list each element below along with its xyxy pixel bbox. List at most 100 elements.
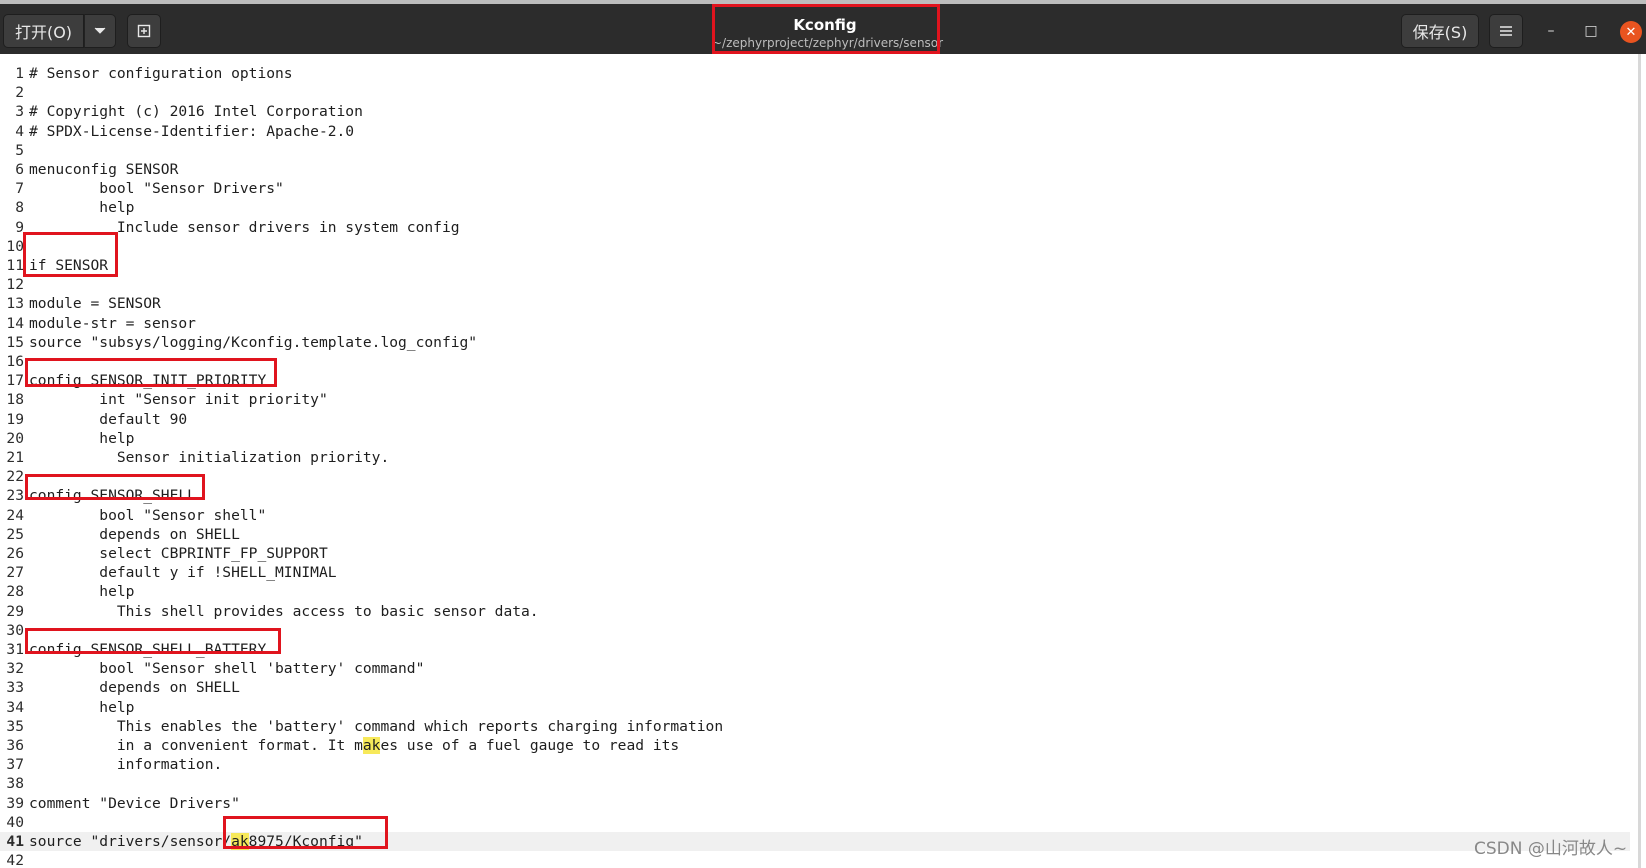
minimize-button[interactable]: – (1538, 18, 1564, 44)
code-line[interactable]: 20 help (0, 429, 1630, 448)
line-text: select CBPRINTF_FP_SUPPORT (29, 545, 328, 562)
line-number: 41 (6, 833, 24, 850)
line-text: bool "Sensor Drivers" (29, 180, 284, 198)
code-line[interactable]: 26 select CBPRINTF_FP_SUPPORT (0, 544, 1630, 563)
code-line[interactable]: 42 (0, 851, 1630, 868)
annotation-box-ak8975 (223, 816, 388, 849)
line-text: # Sensor configuration options (29, 65, 293, 82)
annotation-box-shell-battery (25, 628, 281, 654)
line-text: depends on SHELL (29, 679, 240, 697)
code-line[interactable]: 4 # SPDX-License-Identifier: Apache-2.0 (0, 122, 1630, 141)
new-document-icon (137, 24, 151, 38)
code-line[interactable]: 39 comment "Device Drivers" (0, 794, 1630, 813)
new-document-button[interactable] (127, 14, 161, 48)
line-number: 8 (15, 199, 24, 217)
line-number: 19 (6, 410, 24, 428)
main-menu-button[interactable] (1489, 14, 1523, 48)
search-match: ak (362, 737, 381, 754)
line-text: in a convenient format. It makes use of … (29, 737, 680, 754)
line-number: 21 (6, 449, 24, 466)
line-text: module-str = sensor (29, 314, 196, 332)
code-line[interactable]: 14 module-str = sensor (0, 314, 1630, 333)
code-line[interactable]: 37 information. (0, 755, 1630, 774)
vertical-scrollbar[interactable] (1638, 54, 1641, 868)
code-line[interactable]: 38 (0, 774, 1630, 793)
text-editor[interactable]: 1 # Sensor configuration options 2 3 # Copyr… (0, 54, 1646, 868)
line-number: 17 (6, 372, 24, 390)
maximize-button[interactable]: □ (1578, 18, 1604, 44)
line-number: 9 (15, 218, 24, 236)
code-line[interactable]: 6 menuconfig SENSOR (0, 160, 1630, 179)
line-number: 5 (15, 141, 24, 159)
code-line[interactable]: 10 (0, 237, 1630, 256)
line-number: 36 (6, 737, 24, 754)
code-line[interactable]: 9 Include sensor drivers in system confi… (0, 218, 1630, 237)
annotation-box-if-sensor (23, 232, 118, 277)
annotation-box-init-priority (25, 358, 277, 387)
line-number: 14 (6, 314, 24, 332)
line-text: menuconfig SENSOR (29, 161, 179, 178)
line-number: 23 (6, 487, 24, 505)
code-line[interactable]: 21 Sensor initialization priority. (0, 448, 1630, 467)
code-line[interactable]: 22 (0, 467, 1630, 486)
code-line[interactable]: 8 help (0, 198, 1630, 217)
code-line[interactable]: 15 source "subsys/logging/Kconfig.templat… (0, 333, 1630, 352)
line-text: bool "Sensor shell 'battery' command" (29, 660, 425, 678)
line-text: depends on SHELL (29, 525, 240, 543)
code-line[interactable]: 19 default 90 (0, 410, 1630, 429)
line-text: # SPDX-License-Identifier: Apache-2.0 (29, 122, 355, 140)
minimize-icon: – (1547, 23, 1555, 39)
code-line[interactable]: 11 if SENSOR (0, 256, 1630, 275)
line-number: 18 (6, 391, 24, 409)
line-number: 2 (15, 84, 24, 102)
line-text: default y if !SHELL_MINIMAL (29, 564, 337, 582)
code-line[interactable]: 29 This shell provides access to basic s… (0, 602, 1630, 621)
line-number: 31 (6, 641, 24, 658)
code-line[interactable]: 35 This enables the 'battery' command wh… (0, 717, 1630, 736)
save-button[interactable]: 保存(S) (1401, 14, 1479, 48)
line-number: 3 (15, 103, 24, 121)
line-number: 4 (15, 122, 24, 140)
code-line[interactable]: 36 in a convenient format. It makes use … (0, 736, 1630, 755)
code-line[interactable]: 18 int "Sensor init priority" (0, 390, 1630, 409)
hamburger-menu-icon (1500, 26, 1512, 36)
line-text: module = SENSOR (29, 295, 161, 313)
code-line[interactable]: 7 bool "Sensor Drivers" (0, 179, 1630, 198)
code-line[interactable]: 27 default y if !SHELL_MINIMAL (0, 563, 1630, 582)
code-line[interactable]: 5 (0, 141, 1630, 160)
code-line[interactable]: 12 (0, 275, 1630, 294)
line-text: This enables the 'battery' command which… (29, 717, 724, 735)
line-number: 42 (6, 852, 24, 868)
close-button[interactable]: ✕ (1620, 21, 1642, 43)
line-text: source "subsys/logging/Kconfig.template.… (29, 333, 478, 351)
line-number: 6 (15, 161, 24, 178)
line-number: 20 (6, 429, 24, 447)
line-number: 26 (6, 545, 24, 562)
open-button[interactable]: 打开(O) (3, 14, 84, 48)
line-number: 32 (6, 660, 24, 678)
line-number: 33 (6, 679, 24, 697)
open-button-label: 打开(O) (14, 23, 73, 42)
code-line[interactable]: 23 config SENSOR_SHELL (0, 486, 1630, 505)
line-number: 37 (6, 756, 24, 774)
line-number: 29 (6, 602, 24, 620)
code-line[interactable]: 34 help (0, 698, 1630, 717)
code-line[interactable]: 33 depends on SHELL (0, 678, 1630, 697)
open-dropdown-button[interactable] (84, 14, 116, 48)
line-text: # Copyright (c) 2016 Intel Corporation (29, 103, 363, 121)
line-number: 30 (6, 621, 24, 639)
line-number: 28 (6, 583, 24, 601)
line-text: comment "Device Drivers" (29, 794, 240, 812)
code-line[interactable]: 1 # Sensor configuration options (0, 64, 1630, 83)
line-number: 34 (6, 698, 24, 716)
code-line[interactable]: 13 module = SENSOR (0, 294, 1630, 313)
code-line[interactable]: 24 bool "Sensor shell" (0, 506, 1630, 525)
code-line[interactable]: 2 (0, 83, 1630, 102)
code-line[interactable]: 28 help (0, 582, 1630, 601)
line-number: 12 (6, 276, 24, 294)
code-line[interactable]: 32 bool "Sensor shell 'battery' command" (0, 659, 1630, 678)
code-line[interactable]: 25 depends on SHELL (0, 525, 1630, 544)
line-number: 35 (6, 717, 24, 735)
code-line[interactable]: 3 # Copyright (c) 2016 Intel Corporation (0, 102, 1630, 121)
line-number: 40 (6, 813, 24, 831)
